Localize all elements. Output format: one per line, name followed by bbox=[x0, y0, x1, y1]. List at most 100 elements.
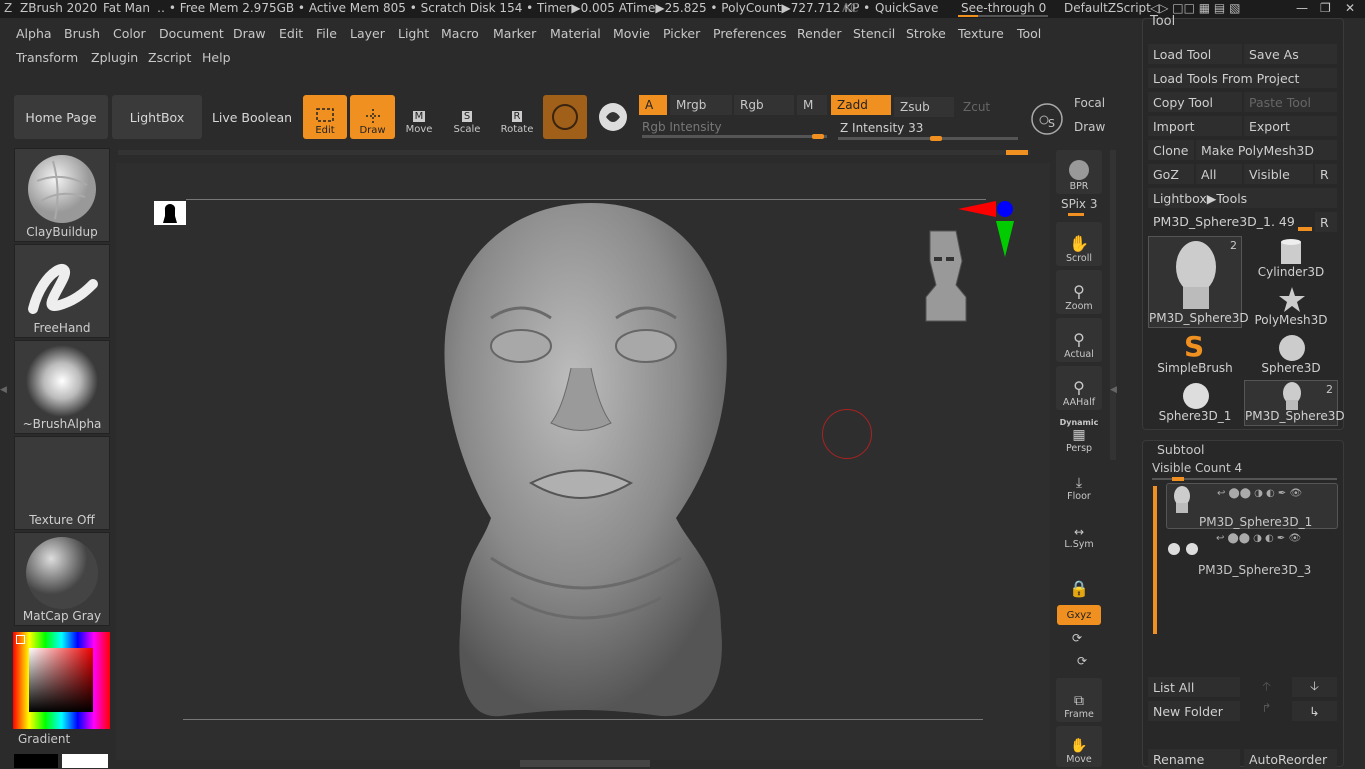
visible-count-label[interactable]: Visible Count 4 bbox=[1152, 461, 1242, 475]
bpr-button[interactable]: BPR bbox=[1056, 150, 1102, 194]
document-canvas[interactable] bbox=[116, 163, 1050, 760]
right-shelf-scroll[interactable] bbox=[1110, 150, 1116, 460]
menu-material[interactable]: Material bbox=[550, 26, 601, 41]
new-folder-button[interactable]: New Folder bbox=[1148, 701, 1240, 721]
move-up-arrow-icon[interactable]: 🡡 bbox=[1244, 677, 1289, 697]
menu-picker[interactable]: Picker bbox=[663, 26, 700, 41]
menu-texture[interactable]: Texture bbox=[958, 26, 1004, 41]
menu-stroke[interactable]: Stroke bbox=[906, 26, 946, 41]
polypaint-sphere-button[interactable] bbox=[591, 95, 635, 139]
menu-brush[interactable]: Brush bbox=[64, 26, 100, 41]
lightbox-button[interactable]: LightBox bbox=[112, 95, 202, 139]
save-as-button[interactable]: Save As bbox=[1244, 44, 1337, 64]
secondary-color-swatch[interactable] bbox=[14, 754, 58, 768]
zadd-toggle[interactable]: Zadd bbox=[831, 95, 891, 115]
rgb-intensity-slider[interactable] bbox=[642, 134, 827, 139]
quicksave-button[interactable]: QuickSave bbox=[875, 1, 938, 15]
left-tray-arrow-icon[interactable]: ◀ bbox=[0, 385, 7, 405]
persp-button[interactable]: Dynamic ▦ Persp bbox=[1056, 412, 1102, 456]
subtool-title[interactable]: Subtool bbox=[1157, 442, 1204, 457]
scroll-button[interactable]: ✋ Scroll bbox=[1056, 222, 1102, 266]
focal-label[interactable]: Focal bbox=[1074, 96, 1105, 110]
perspective-silhouette-icon[interactable] bbox=[154, 201, 186, 225]
default-zscript[interactable]: DefaultZScript bbox=[1064, 1, 1151, 15]
move-view-button[interactable]: ✋ Move bbox=[1056, 726, 1102, 767]
color-picker[interactable] bbox=[13, 632, 110, 729]
m-toggle[interactable]: M bbox=[797, 95, 827, 115]
tool-thumb-cylinder3d[interactable]: Cylinder3D bbox=[1244, 236, 1338, 282]
edit-mode-button[interactable]: Edit bbox=[303, 95, 347, 139]
subtool-toggle-icons[interactable]: ↩ ⬤⬤ ◑ ◐ ✒ 👁 bbox=[1217, 488, 1302, 499]
tool-panel-title[interactable]: Tool bbox=[1150, 14, 1175, 29]
frame-button[interactable]: ⧉ Frame bbox=[1056, 678, 1102, 722]
canvas-scroll-bar[interactable] bbox=[118, 150, 1030, 155]
spix-slider[interactable] bbox=[1068, 213, 1084, 216]
menu-draw[interactable]: Draw bbox=[233, 26, 266, 41]
menu-edit[interactable]: Edit bbox=[279, 26, 303, 41]
zcut-toggle[interactable]: Zcut bbox=[957, 97, 1017, 117]
local-lock-button[interactable]: 🔒 bbox=[1056, 556, 1102, 600]
goz-r-button[interactable]: R bbox=[1315, 164, 1337, 184]
rotate-mode-button[interactable]: R Rotate bbox=[498, 97, 536, 135]
close-icon[interactable]: ✕ bbox=[1345, 1, 1355, 15]
menu-document[interactable]: Document bbox=[159, 26, 224, 41]
floor-button[interactable]: ⤓ Floor bbox=[1056, 460, 1102, 504]
menu-preferences[interactable]: Preferences bbox=[713, 26, 787, 41]
a-toggle[interactable]: A bbox=[639, 95, 667, 115]
actual-button[interactable]: ⚲ Actual bbox=[1056, 318, 1102, 362]
menu-zscript[interactable]: Zscript bbox=[148, 50, 191, 65]
subtool-list-scrollbar[interactable] bbox=[1153, 486, 1157, 634]
brush-selector[interactable]: ClayBuildup bbox=[14, 148, 110, 242]
canvas-bottom-scroll[interactable] bbox=[520, 760, 650, 767]
spix-label[interactable]: SPix 3 bbox=[1061, 197, 1097, 211]
main-color-swatch[interactable] bbox=[62, 754, 108, 768]
lsym-button[interactable]: ↔ L.Sym bbox=[1056, 508, 1102, 552]
clone-button[interactable]: Clone bbox=[1148, 140, 1194, 160]
copy-tool-button[interactable]: Copy Tool bbox=[1148, 92, 1242, 112]
menu-movie[interactable]: Movie bbox=[613, 26, 650, 41]
tool-thumb-sphere3d[interactable]: Sphere3D bbox=[1244, 332, 1338, 378]
texture-selector[interactable]: Texture Off bbox=[14, 436, 110, 530]
import-button[interactable]: Import bbox=[1148, 116, 1242, 136]
load-tool-button[interactable]: Load Tool bbox=[1148, 44, 1242, 64]
gizmo-axis-icon[interactable] bbox=[956, 197, 1016, 261]
goz-button[interactable]: GoZ bbox=[1148, 164, 1194, 184]
home-page-button[interactable]: Home Page bbox=[14, 95, 108, 139]
menu-render[interactable]: Render bbox=[797, 26, 842, 41]
tool-thumb-sphere3d-1[interactable]: Sphere3D_1 bbox=[1148, 380, 1242, 426]
zsub-toggle[interactable]: Zsub bbox=[894, 97, 954, 117]
menu-layer[interactable]: Layer bbox=[350, 26, 385, 41]
zoom-button[interactable]: ⚲ Zoom bbox=[1056, 270, 1102, 314]
menu-help[interactable]: Help bbox=[202, 50, 231, 65]
menu-file[interactable]: File bbox=[316, 26, 337, 41]
export-button[interactable]: Export bbox=[1244, 116, 1337, 136]
menu-light[interactable]: Light bbox=[398, 26, 429, 41]
subtool-item[interactable]: ↩ ⬤⬤ ◑ ◐ ✒ 👁 PM3D_Sphere3D_3 bbox=[1166, 531, 1338, 577]
visible-count-slider[interactable] bbox=[1152, 477, 1337, 481]
see-through-slider[interactable]: See-through 0 bbox=[961, 1, 1046, 15]
xyz-symmetry-button[interactable]: Gxyz bbox=[1057, 605, 1101, 625]
menu-zplugin[interactable]: Zplugin bbox=[91, 50, 138, 65]
current-tool-slider[interactable]: PM3D_Sphere3D_1. 49 bbox=[1148, 211, 1313, 231]
draw-size-label[interactable]: Draw bbox=[1074, 120, 1105, 134]
menu-alpha[interactable]: Alpha bbox=[16, 26, 52, 41]
menu-marker[interactable]: Marker bbox=[493, 26, 536, 41]
load-tools-from-project-button[interactable]: Load Tools From Project bbox=[1148, 68, 1337, 88]
tool-thumb-polymesh3d[interactable]: PolyMesh3D bbox=[1244, 284, 1338, 330]
make-polymesh3d-button[interactable]: Make PolyMesh3D bbox=[1196, 140, 1337, 160]
live-boolean-button[interactable]: Live Boolean bbox=[206, 95, 298, 139]
list-all-button[interactable]: List All bbox=[1148, 677, 1240, 697]
menu-color[interactable]: Color bbox=[113, 26, 146, 41]
z-rotate-icon[interactable]: ⟳ bbox=[1077, 654, 1087, 668]
move-mode-button[interactable]: M Move bbox=[400, 97, 438, 135]
right-tray-arrow-icon[interactable]: ◀ bbox=[1110, 385, 1117, 395]
menu-macro[interactable]: Macro bbox=[441, 26, 479, 41]
alpha-selector[interactable]: ~BrushAlpha bbox=[14, 340, 110, 434]
rename-button[interactable]: Rename bbox=[1148, 749, 1240, 769]
window-controls-icon[interactable]: ◁▷ □□ ▦ ▤ ▧ bbox=[1150, 1, 1240, 15]
menu-stencil[interactable]: Stencil bbox=[853, 26, 895, 41]
material-sphere-button[interactable] bbox=[543, 95, 587, 139]
folder-out-arrow-icon[interactable]: ↱ bbox=[1244, 701, 1289, 721]
stroke-selector[interactable]: FreeHand bbox=[14, 244, 110, 338]
focal-shift-icon[interactable] bbox=[1028, 100, 1066, 138]
